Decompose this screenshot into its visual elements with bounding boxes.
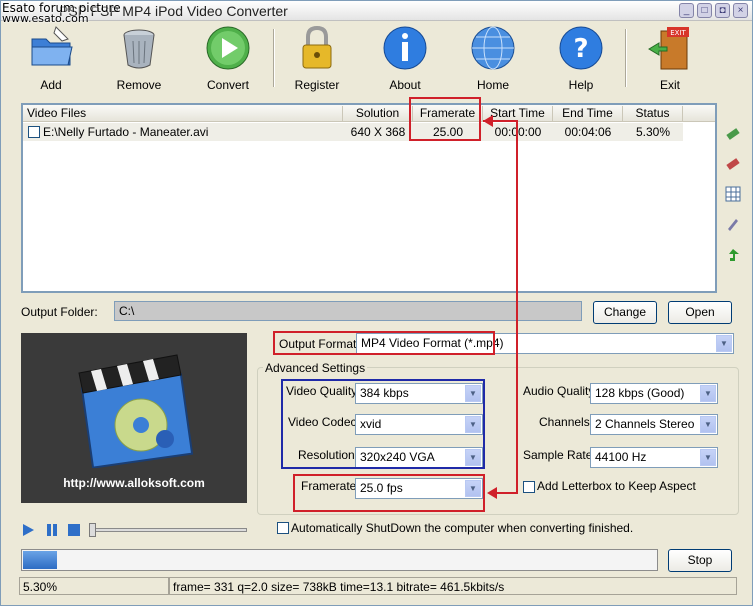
svg-text:?: ? [573, 34, 588, 64]
remove-label: Remove [116, 78, 162, 92]
file-path: E:\Nelly Furtado - Maneater.avi [43, 125, 209, 139]
help-label: Help [568, 78, 594, 92]
grid-icon[interactable] [725, 186, 741, 202]
shutdown-checkbox[interactable] [277, 522, 289, 534]
exit-label: Exit [659, 78, 680, 92]
output-folder-label: Output Folder: [21, 305, 98, 319]
channels-select[interactable]: 2 Channels Stereo ▼ [590, 414, 718, 435]
list-header: Video Files Solution Framerate Start Tim… [23, 105, 715, 122]
cell-status: 5.30% [635, 125, 671, 139]
move-up-icon[interactable] [725, 125, 741, 141]
pause-icon[interactable] [45, 523, 59, 537]
home-button[interactable]: Home [458, 25, 528, 95]
home-label: Home [476, 78, 509, 92]
open-button[interactable]: Open [668, 301, 732, 324]
help-button[interactable]: ? Help [546, 25, 616, 95]
minimize-icon[interactable]: _ [679, 3, 694, 18]
about-label: About [389, 78, 421, 92]
register-button[interactable]: Register [282, 25, 352, 95]
app-window: PSP PSP MP4 iPod Video Converter Esato f… [0, 0, 753, 606]
channels-value: 2 Channels Stereo [595, 417, 695, 431]
video-preview: http://www.alloksoft.com [21, 333, 247, 503]
title-bar[interactable]: PSP PSP MP4 iPod Video Converter Esato f… [1, 1, 752, 25]
chevron-down-icon: ▼ [700, 385, 716, 402]
add-label: Add [40, 78, 62, 92]
play-icon[interactable] [21, 523, 35, 537]
seek-slider-thumb[interactable] [89, 523, 96, 537]
close-icon[interactable]: × [733, 3, 748, 18]
audio-quality-select[interactable]: 128 kbps (Good) ▼ [590, 383, 718, 404]
website-url: http://www.alloksoft.com [63, 476, 205, 490]
trash-can-icon [123, 29, 155, 69]
sample-rate-label: Sample Rate: [523, 448, 596, 462]
col-status[interactable]: Status [623, 106, 683, 121]
padlock-icon [302, 25, 332, 69]
register-label: Register [294, 78, 340, 92]
chevron-down-icon: ▼ [700, 449, 716, 466]
about-button[interactable]: About [370, 25, 440, 95]
framerate-setting-highlight [293, 474, 485, 512]
svg-text:EXIT: EXIT [670, 29, 686, 37]
info-icon [383, 26, 427, 70]
advanced-settings-title: Advanced Settings [263, 361, 368, 375]
maximize-icon[interactable]: □ [697, 3, 712, 18]
stop-button[interactable]: Stop [668, 549, 732, 572]
chevron-down-icon: ▼ [700, 416, 716, 433]
refresh-arrow-icon[interactable] [725, 247, 741, 263]
convert-button[interactable]: Convert [193, 25, 263, 95]
toolbar: Add Remove Convert Register About Home ?… [1, 21, 752, 95]
video-file-list[interactable]: Video Files Solution Framerate Start Tim… [21, 103, 717, 293]
restore-icon[interactable]: ◘ [715, 3, 730, 18]
audio-quality-label: Audio Quality: [523, 384, 598, 398]
chevron-down-icon: ▼ [716, 335, 732, 352]
convert-label: Convert [206, 78, 250, 92]
toolbar-separator [625, 29, 627, 87]
seek-slider-track[interactable] [89, 528, 247, 532]
sample-rate-select[interactable]: 44100 Hz ▼ [590, 447, 718, 468]
status-percent: 5.30% [19, 577, 169, 595]
channels-label: Channels: [539, 415, 594, 429]
edit-tool-icon[interactable] [725, 216, 741, 232]
col-solution[interactable]: Solution [343, 106, 413, 121]
cell-end-time: 00:04:06 [564, 125, 612, 139]
sample-rate-value: 44100 Hz [595, 450, 647, 464]
conversion-progress-bar [21, 549, 658, 571]
play-icon [206, 26, 250, 70]
stop-icon[interactable] [67, 523, 81, 537]
cell-solution: 640 X 368 [350, 125, 406, 139]
table-row[interactable]: E:\Nelly Furtado - Maneater.avi 640 X 36… [23, 123, 683, 141]
progress-fill [23, 551, 57, 569]
add-button[interactable]: Add [16, 25, 86, 95]
annotation-arrow [483, 115, 518, 499]
letterbox-label: Add Letterbox to Keep Aspect [537, 479, 696, 493]
globe-icon [471, 26, 515, 70]
col-video-files[interactable]: Video Files [23, 106, 343, 121]
col-end-time[interactable]: End Time [553, 106, 623, 121]
row-checkbox[interactable] [28, 126, 40, 138]
change-button[interactable]: Change [593, 301, 657, 324]
status-detail: frame= 331 q=2.0 size= 738kB time=13.1 b… [169, 577, 737, 595]
add-folder-icon [31, 26, 73, 66]
remove-button[interactable]: Remove [104, 25, 174, 95]
exit-door-icon: EXIT [648, 27, 689, 70]
toolbar-separator [273, 29, 275, 87]
move-down-icon[interactable] [725, 155, 741, 171]
exit-button[interactable]: EXIT Exit [635, 25, 705, 95]
help-icon: ? [559, 26, 603, 70]
shutdown-label: Automatically ShutDown the computer when… [291, 521, 634, 535]
video-settings-highlight [281, 379, 485, 469]
audio-quality-value: 128 kbps (Good) [595, 386, 685, 400]
clapperboard-icon [78, 354, 194, 468]
output-format-highlight [273, 331, 495, 355]
